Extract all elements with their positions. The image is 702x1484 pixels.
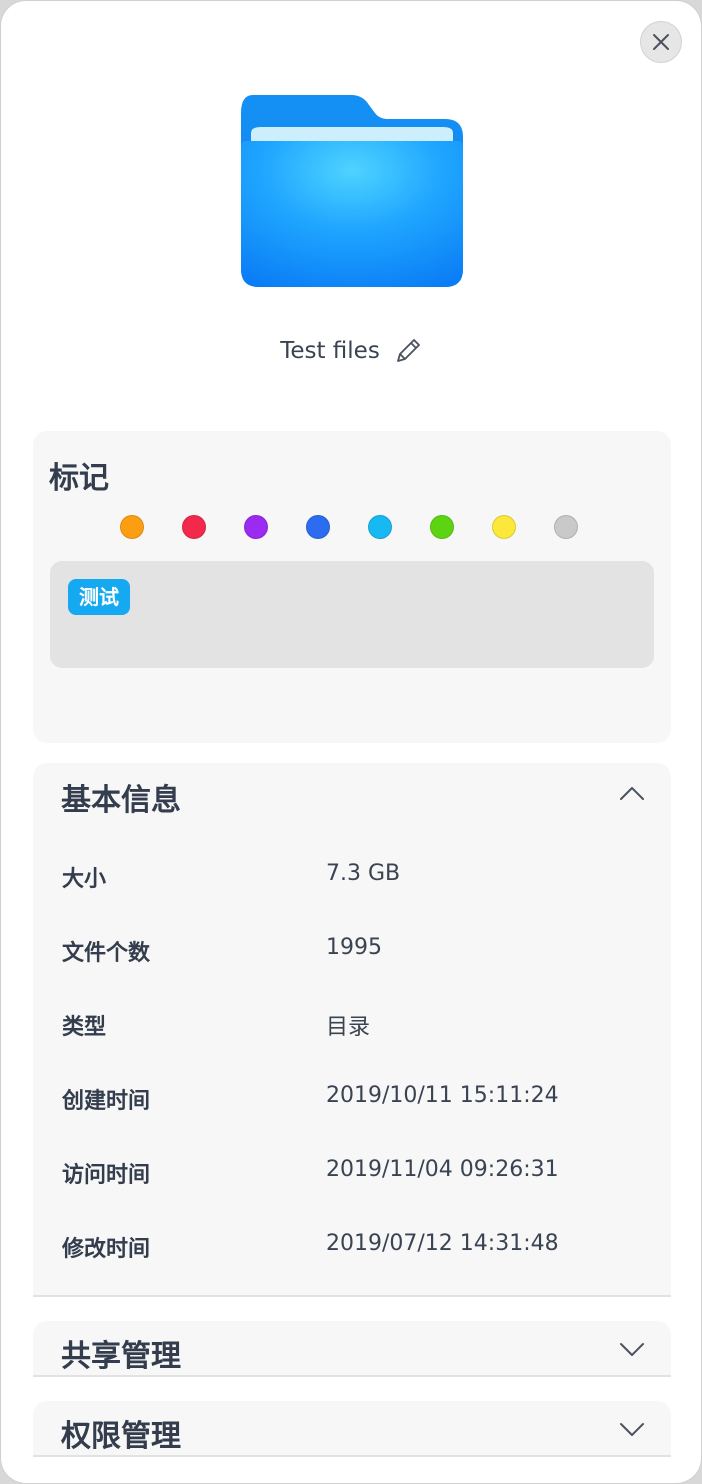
rename-button[interactable] — [392, 335, 424, 367]
permission-management-panel[interactable]: 权限管理 — [33, 1401, 671, 1457]
info-label: 创建时间 — [62, 1089, 151, 1114]
tag-input-area[interactable]: 测试 — [50, 561, 654, 668]
file-name-row: Test files — [1, 331, 701, 371]
info-value: 2019/07/12 14:31:48 — [326, 1231, 559, 1256]
file-name: Test files — [280, 338, 380, 364]
info-row-type: 类型 目录 — [33, 987, 671, 1061]
chevron-up-icon[interactable] — [619, 785, 645, 801]
info-label: 类型 — [62, 1015, 107, 1040]
tag-color-yellow[interactable] — [492, 515, 516, 539]
chevron-down-icon[interactable] — [619, 1341, 645, 1357]
tags-title: 标记 — [49, 461, 109, 496]
tag-color-purple[interactable] — [244, 515, 268, 539]
tag-color-gray[interactable] — [554, 515, 578, 539]
file-properties-dialog: Test files 标记 测试 基本信息 大小 7.3 GB 文件个数 199… — [0, 0, 702, 1484]
pencil-icon — [396, 339, 420, 362]
basic-info-list: 大小 7.3 GB 文件个数 1995 类型 目录 创建时间 2019/10/1… — [33, 839, 671, 1283]
share-management-title: 共享管理 — [61, 1339, 181, 1374]
info-row-file-count: 文件个数 1995 — [33, 913, 671, 987]
tag-color-picker — [33, 515, 671, 541]
chevron-down-icon[interactable] — [619, 1421, 645, 1437]
info-label: 大小 — [62, 867, 107, 892]
basic-info-panel: 基本信息 大小 7.3 GB 文件个数 1995 类型 目录 创建时间 2019… — [33, 763, 671, 1297]
tags-panel: 标记 测试 — [33, 431, 671, 743]
tag-color-red[interactable] — [182, 515, 206, 539]
folder-icon — [239, 93, 465, 291]
permission-management-title: 权限管理 — [61, 1419, 181, 1454]
info-value: 2019/10/11 15:11:24 — [326, 1083, 559, 1108]
info-value: 2019/11/04 09:26:31 — [326, 1157, 559, 1182]
info-row-size: 大小 7.3 GB — [33, 839, 671, 913]
tag-color-cyan[interactable] — [368, 515, 392, 539]
info-row-accessed: 访问时间 2019/11/04 09:26:31 — [33, 1135, 671, 1209]
tag-chip[interactable]: 测试 — [68, 579, 130, 615]
tag-color-blue[interactable] — [306, 515, 330, 539]
info-label: 修改时间 — [62, 1237, 151, 1262]
info-row-modified: 修改时间 2019/07/12 14:31:48 — [33, 1209, 671, 1283]
info-row-created: 创建时间 2019/10/11 15:11:24 — [33, 1061, 671, 1135]
close-button[interactable] — [640, 21, 682, 63]
info-value: 1995 — [326, 935, 382, 960]
info-value: 7.3 GB — [326, 861, 401, 886]
tag-color-green[interactable] — [430, 515, 454, 539]
close-icon — [653, 34, 669, 50]
info-label: 文件个数 — [62, 941, 151, 966]
basic-info-title: 基本信息 — [61, 783, 181, 818]
share-management-panel[interactable]: 共享管理 — [33, 1321, 671, 1377]
info-value: 目录 — [326, 1015, 371, 1040]
tag-color-orange[interactable] — [120, 515, 144, 539]
info-label: 访问时间 — [62, 1163, 151, 1188]
